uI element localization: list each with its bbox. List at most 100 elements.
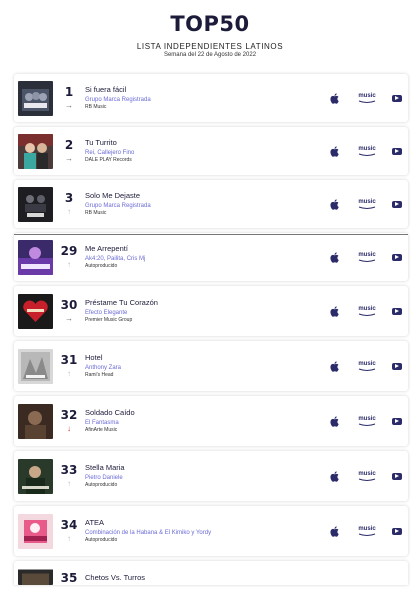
apple-music-icon[interactable]	[328, 144, 342, 158]
amazon-music-label: music	[358, 525, 376, 532]
platform-links: music	[328, 524, 402, 538]
amazon-music-icon[interactable]: music	[356, 361, 378, 372]
trend-arrow: ↑	[67, 206, 71, 216]
rank-number: 30	[60, 297, 78, 312]
amazon-music-icon[interactable]: music	[356, 526, 378, 537]
artist-name[interactable]: El Fantasma	[85, 419, 328, 427]
album-cover[interactable]	[18, 80, 53, 116]
youtube-icon[interactable]	[392, 472, 402, 480]
track-info: Hotel Anthony Zara Rami's Head	[85, 353, 328, 379]
rank-number: 33	[60, 462, 78, 477]
chart-row[interactable]: 1 → Si fuera fácil Grupo Marca Registrad…	[14, 74, 408, 122]
song-title[interactable]: Préstame Tu Corazón	[85, 298, 328, 308]
youtube-icon[interactable]	[392, 200, 402, 208]
apple-music-icon[interactable]	[328, 197, 342, 211]
album-cover[interactable]	[18, 239, 53, 275]
apple-music-icon[interactable]	[328, 524, 342, 538]
track-info: Solo Me Dejaste Grupo Marca Registrada R…	[85, 191, 328, 217]
amazon-music-icon[interactable]: music	[356, 199, 378, 210]
chart-row[interactable]: 30 → Préstame Tu Corazón Efecto Elegante…	[14, 286, 408, 336]
amazon-music-label: music	[358, 470, 376, 477]
album-cover[interactable]	[18, 563, 53, 585]
artist-name[interactable]: Combinación de la Habana & El Kimiko y Y…	[85, 529, 328, 537]
rank-number: 1	[64, 84, 74, 99]
platform-links: music	[328, 250, 402, 264]
record-label: RB Music	[85, 210, 107, 216]
chart-week: Semana del 22 de Agosto de 2022	[163, 52, 257, 58]
record-label: Autoproducido	[85, 263, 118, 269]
apple-music-icon[interactable]	[328, 359, 342, 373]
artist-name[interactable]: Ak4:20, Pailita, Cris Mj	[85, 255, 328, 263]
amazon-music-label: music	[358, 92, 376, 99]
amazon-music-icon[interactable]: music	[356, 93, 378, 104]
platform-links: music	[328, 197, 402, 211]
rank-cell: 29 ↑	[59, 243, 79, 270]
apple-music-icon[interactable]	[328, 304, 342, 318]
chart-row[interactable]: 32 ↓ Soldado Caído El Fantasma AfinArte …	[14, 396, 408, 446]
artist-name[interactable]: Grupo Marca Registrada	[85, 202, 328, 210]
page-title: TOP50	[170, 12, 250, 36]
amazon-music-label: music	[358, 360, 376, 367]
chart-row[interactable]: 29 ↑ Me Arrepentí Ak4:20, Pailita, Cris …	[14, 233, 408, 281]
youtube-icon[interactable]	[392, 417, 402, 425]
song-title[interactable]: Hotel	[85, 353, 328, 363]
apple-music-icon[interactable]	[328, 250, 342, 264]
trend-arrow: →	[65, 100, 73, 110]
artist-name[interactable]: Rei, Callejero Fino	[85, 149, 328, 157]
rank-cell: 2 →	[59, 138, 79, 164]
chart-row[interactable]: 34 ↑ ATEA Combinación de la Habana & El …	[14, 506, 408, 556]
album-cover[interactable]	[18, 403, 53, 439]
album-cover[interactable]	[18, 186, 53, 222]
chart-row[interactable]: 35 Chetos Vs. Turros	[14, 561, 408, 585]
amazon-music-icon[interactable]: music	[356, 146, 378, 157]
platform-links: music	[328, 359, 402, 373]
song-title[interactable]: Soldado Caído	[85, 408, 328, 418]
album-cover[interactable]	[18, 293, 53, 329]
artist-name[interactable]: Pietro Daniele	[85, 474, 328, 482]
song-title[interactable]: Stella Maria	[85, 463, 328, 473]
song-title[interactable]: Chetos Vs. Turros	[85, 573, 408, 583]
chart-row[interactable]: 33 ↑ Stella Maria Pietro Daniele Autopro…	[14, 451, 408, 501]
chart-row[interactable]: 2 → Tu Turrito Rei, Callejero Fino DALE …	[14, 127, 408, 175]
song-title[interactable]: ATEA	[85, 518, 328, 528]
apple-music-icon[interactable]	[328, 414, 342, 428]
track-info: ATEA Combinación de la Habana & El Kimik…	[85, 518, 328, 544]
album-cover[interactable]	[18, 348, 53, 384]
song-title[interactable]: Si fuera fácil	[85, 85, 328, 95]
rank-cell: 35	[59, 572, 79, 585]
rank-number: 35	[60, 571, 78, 585]
apple-music-icon[interactable]	[328, 91, 342, 105]
platform-links: music	[328, 91, 402, 105]
song-title[interactable]: Tu Turrito	[85, 138, 328, 148]
amazon-music-icon[interactable]: music	[356, 306, 378, 317]
album-cover[interactable]	[18, 133, 53, 169]
rank-cell: 31 ↑	[59, 353, 79, 379]
album-cover[interactable]	[18, 458, 53, 494]
artist-name[interactable]: Efecto Elegante	[85, 309, 328, 317]
rank-number: 29	[60, 243, 78, 258]
song-title[interactable]: Me Arrepentí	[85, 244, 328, 254]
artist-name[interactable]: Anthony Zara	[85, 364, 328, 372]
youtube-icon[interactable]	[392, 253, 402, 261]
amazon-music-label: music	[358, 415, 376, 422]
amazon-music-icon[interactable]: music	[356, 252, 378, 263]
chart-row[interactable]: 3 ↑ Solo Me Dejaste Grupo Marca Registra…	[14, 180, 408, 228]
track-info: Si fuera fácil Grupo Marca Registrada RB…	[85, 85, 328, 111]
youtube-icon[interactable]	[392, 362, 402, 370]
amazon-music-label: music	[358, 145, 376, 152]
amazon-music-icon[interactable]: music	[356, 416, 378, 427]
song-title[interactable]: Solo Me Dejaste	[85, 191, 328, 201]
track-info: Préstame Tu Corazón Efecto Elegante Prem…	[85, 298, 328, 324]
youtube-icon[interactable]	[392, 147, 402, 155]
record-label: DALE PLAY Records	[85, 157, 132, 163]
album-cover[interactable]	[18, 513, 53, 549]
record-label: Rami's Head	[85, 372, 114, 378]
apple-music-icon[interactable]	[328, 469, 342, 483]
artist-name[interactable]: Grupo Marca Registrada	[85, 96, 328, 104]
youtube-icon[interactable]	[392, 527, 402, 535]
section-divider	[14, 234, 408, 235]
amazon-music-icon[interactable]: music	[356, 471, 378, 482]
youtube-icon[interactable]	[392, 94, 402, 102]
chart-row[interactable]: 31 ↑ Hotel Anthony Zara Rami's Head musi…	[14, 341, 408, 391]
youtube-icon[interactable]	[392, 307, 402, 315]
